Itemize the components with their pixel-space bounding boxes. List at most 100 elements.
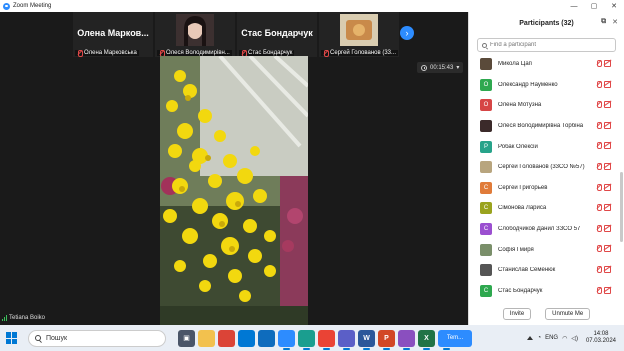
minimize-button[interactable]: — <box>564 0 584 12</box>
orchid-video-frame <box>160 56 308 333</box>
task-view-icon[interactable]: ▣ <box>178 329 195 347</box>
mic-muted-icon <box>596 286 602 294</box>
participant-row[interactable]: О Олександр Науменко <box>469 75 617 96</box>
file-explorer-icon[interactable] <box>198 329 215 347</box>
zoom-icon[interactable] <box>278 329 295 350</box>
chevron-down-icon: ▾ <box>456 65 460 71</box>
participant-row[interactable]: О Олена Мотузна <box>469 95 617 116</box>
taskbar: Пошук ▣ W P X Tem... ◔ ENG ◠ ◁) 14:08 07.03.… <box>0 325 624 351</box>
participant-name: Олена Мотузна <box>498 102 542 109</box>
participant-name: Сімонова Лариса <box>498 205 547 212</box>
meeting-timer[interactable]: 00:15:43 ▾ <box>417 62 464 73</box>
mic-muted-icon <box>596 121 602 129</box>
video-off-icon <box>604 224 611 232</box>
tile-display-name: Стас Бондарчук <box>241 28 313 38</box>
chrome-profile-icon[interactable] <box>318 329 335 350</box>
participant-photo <box>340 14 378 46</box>
participant-row[interactable]: Микола Цап <box>469 54 617 75</box>
mic-muted-icon <box>77 50 83 57</box>
excel-icon[interactable]: X <box>418 329 435 350</box>
mic-muted-icon <box>596 80 602 88</box>
mic-muted-icon <box>596 204 602 212</box>
participant-avatar <box>480 243 492 256</box>
mic-muted-icon <box>596 224 602 232</box>
store-icon[interactable] <box>238 329 255 347</box>
close-panel-icon[interactable]: ✕ <box>612 18 618 26</box>
video-off-icon <box>604 142 611 150</box>
participant-row[interactable]: Сергей Голованов (33СО №57) <box>469 157 617 178</box>
zoom-logo-icon <box>3 2 10 10</box>
video-tile[interactable]: Стас Бондарчук Стас Бондарчук <box>237 12 317 57</box>
system-tray: ◔ ENG ◠ ◁) 14:08 07.03.2024 <box>527 331 624 345</box>
participant-row[interactable]: С Сімонова Лариса <box>469 198 617 219</box>
participant-avatar: О <box>480 99 492 112</box>
video-off-icon <box>604 60 611 67</box>
participant-row[interactable]: Олеся Володимирівна Торбіна <box>469 116 617 137</box>
chevron-right-icon[interactable]: › <box>400 26 414 40</box>
participant-avatar: О <box>480 78 492 91</box>
maximize-button[interactable]: ▢ <box>584 0 604 12</box>
participant-avatar <box>480 58 492 71</box>
mail-icon[interactable] <box>258 329 275 347</box>
participant-avatar <box>480 120 492 133</box>
search-input[interactable] <box>490 42 600 48</box>
teams-icon[interactable] <box>338 329 355 350</box>
video-off-icon <box>604 286 611 294</box>
powerpoint-icon[interactable]: P <box>378 329 395 350</box>
mic-muted-icon <box>596 183 602 191</box>
windows-start-icon[interactable] <box>6 332 18 344</box>
participant-row[interactable]: Станислав Семенюк <box>469 260 617 281</box>
video-tile[interactable]: Олена Марков... Олена Марковська <box>73 12 153 57</box>
timer-value: 00:15:43 <box>430 64 454 71</box>
mic-muted-icon <box>596 245 602 253</box>
pop-out-icon[interactable]: ⧉ <box>601 18 606 26</box>
wifi-icon[interactable]: ◠ <box>562 335 567 342</box>
language-indicator[interactable]: ENG <box>545 335 558 341</box>
scrollbar[interactable] <box>620 172 623 242</box>
participant-name: Робак Олексій <box>498 143 538 150</box>
participant-row[interactable]: Р Робак Олексій <box>469 136 617 157</box>
edge-icon[interactable] <box>298 329 315 350</box>
participant-search[interactable] <box>477 38 616 52</box>
taskbar-clock[interactable]: 14:08 07.03.2024 <box>586 331 616 345</box>
participant-row[interactable]: С Стас Бондарчук <box>469 281 617 302</box>
search-icon <box>35 335 41 341</box>
participants-title: Participants (32) <box>519 19 574 27</box>
title-bar: Zoom Meeting — ▢ ✕ <box>0 0 624 12</box>
video-tile[interactable]: Олеся Володимирівн... <box>155 12 235 57</box>
participant-name: Сергей Голованов (33СО №57) <box>498 164 585 171</box>
participant-name: Сергей Григорьев <box>498 184 548 191</box>
active-speaker-video <box>160 56 308 333</box>
mic-muted-icon <box>596 101 602 109</box>
video-off-icon <box>604 245 611 253</box>
chrome-icon[interactable] <box>218 329 235 347</box>
mic-muted-icon <box>596 60 602 67</box>
close-button[interactable]: ✕ <box>604 0 624 12</box>
participant-avatar: С <box>480 202 492 215</box>
tile-caption: Олена Марковська <box>84 50 137 56</box>
unmute-me-button[interactable]: Unmute Me <box>545 308 591 320</box>
participant-name: Олеся Володимирівна Торбіна <box>498 123 584 130</box>
participant-row[interactable]: Софія Гмиря <box>469 239 617 260</box>
tile-caption: Сергей Голованов (33... <box>330 50 397 56</box>
participant-avatar: С <box>480 181 492 194</box>
signal-strength-icon <box>2 315 7 321</box>
word-icon[interactable]: W <box>358 329 375 350</box>
video-off-icon <box>604 204 611 212</box>
window-title: Zoom Meeting <box>13 3 52 9</box>
show-hidden-icons-icon[interactable] <box>527 336 534 340</box>
participant-row[interactable]: С Сергей Григорьев <box>469 178 617 199</box>
participant-list: Микола Цап О Олександр Науменко О Олена Моту… <box>469 54 617 304</box>
taskbar-date: 07.03.2024 <box>585 338 616 344</box>
participant-avatar: С <box>480 284 492 297</box>
invite-button[interactable]: Invite <box>502 308 532 320</box>
mic-muted-icon <box>596 162 602 170</box>
participant-row[interactable]: С Слободчиков Данил ЗЗСО 57 <box>469 219 617 240</box>
zoom-meeting-task-icon[interactable]: Tem... <box>438 329 472 350</box>
video-area: Олена Марков... Олена Марковська Олеся В… <box>0 12 468 333</box>
paint-icon[interactable] <box>398 329 415 350</box>
video-tile[interactable]: Сергей Голованов (33... <box>319 12 399 57</box>
volume-icon[interactable]: ◁) <box>571 335 578 342</box>
taskbar-search[interactable]: Пошук <box>28 329 166 347</box>
network-icon[interactable]: ◔ <box>537 335 541 341</box>
